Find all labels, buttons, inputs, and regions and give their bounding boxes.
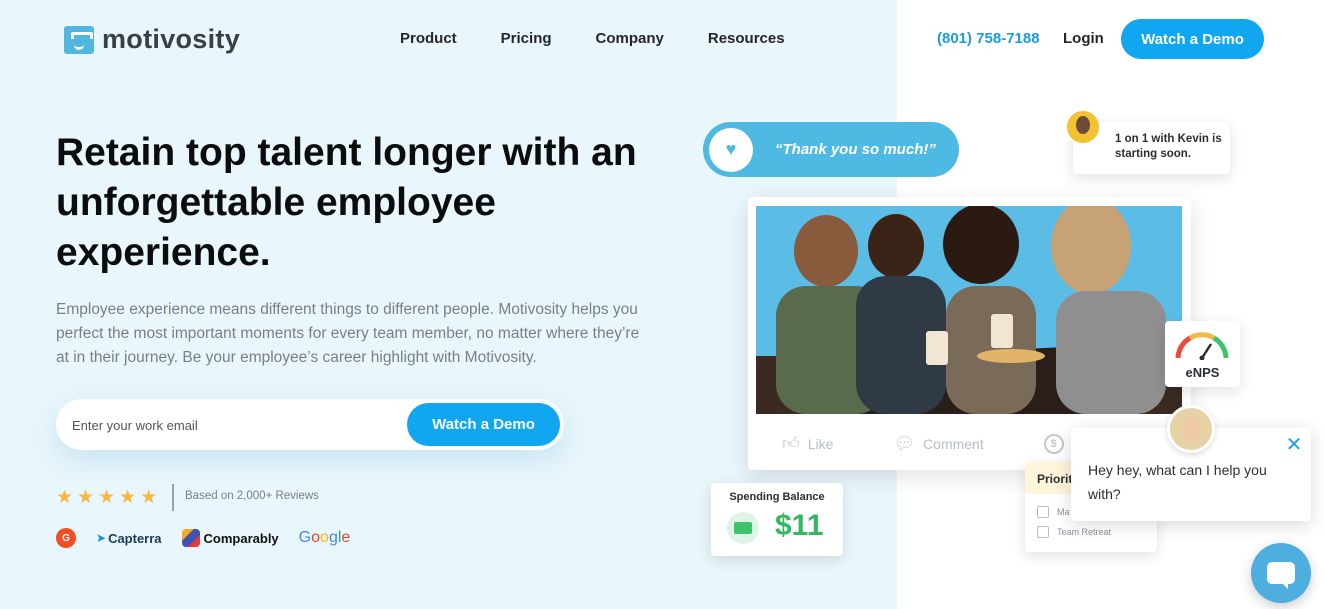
comparably-icon (181, 529, 200, 547)
star-icon: ★ (56, 487, 74, 508)
chat-launcher-button[interactable] (1251, 543, 1311, 603)
dollar-icon[interactable]: $ (1043, 433, 1064, 454)
team-photo (756, 206, 1182, 414)
google-letter: o (320, 529, 329, 546)
logo[interactable]: motivosity (64, 24, 240, 55)
hero-headline: Retain top talent longer with an unforge… (56, 131, 637, 274)
spending-balance-amount: $11 (775, 509, 824, 542)
comparably-logo: Comparably (181, 529, 279, 547)
capterra-arrow-icon: ➤ (96, 531, 107, 545)
google-letter: G (298, 529, 312, 546)
capterra-text: Capterra (108, 530, 162, 546)
priority-item: Team Retreat (1025, 522, 1157, 542)
comment-icon: 💬︎ (893, 433, 916, 453)
chat-agent-avatar (1167, 405, 1215, 453)
thumbs-up-icon: 👍︎ (782, 434, 800, 453)
thank-you-text: “Thank you so much!” (775, 141, 936, 158)
comparably-text: Comparably (203, 530, 279, 546)
logo-text: motivosity (102, 24, 241, 54)
nav-company[interactable]: Company (596, 30, 664, 47)
like-label: Like (807, 435, 834, 452)
priority-item-label: Ma (1057, 507, 1070, 517)
email-input[interactable] (72, 413, 392, 437)
thank-you-pill: ♥ “Thank you so much!” (703, 122, 959, 177)
comment-button[interactable]: 💬︎ Comment (893, 434, 983, 454)
card-icon (727, 512, 759, 544)
kevin-avatar (1065, 109, 1101, 145)
reviews-text: Based on 2,000+ Reviews (185, 490, 319, 502)
checkbox-icon (1037, 526, 1049, 538)
star-icon: ★ (140, 487, 158, 508)
hero-subtext: Employee experience means different thin… (56, 301, 640, 366)
enps-label: eNPS (1185, 365, 1220, 380)
nav-watch-demo-button[interactable]: Watch a Demo (1121, 19, 1264, 59)
nav-product[interactable]: Product (400, 30, 457, 47)
spending-balance-card: Spending Balance $11 (711, 483, 843, 556)
google-letter: e (341, 529, 351, 546)
post-actions: 👍︎ Like 💬︎ Comment $ (782, 433, 1082, 454)
star-icon: ★ (77, 487, 95, 508)
form-watch-demo-button[interactable]: Watch a Demo (407, 403, 560, 446)
google-letter: o (311, 529, 321, 546)
g2-logo: G (56, 528, 76, 548)
close-icon[interactable]: ✕ (1283, 434, 1305, 456)
gauge-icon (1175, 332, 1229, 360)
spending-balance-label: Spending Balance (729, 491, 825, 503)
google-logo: Google (299, 529, 351, 547)
login-link[interactable]: Login (1063, 30, 1104, 47)
logo-icon (64, 25, 94, 54)
priority-item-label: Team Retreat (1057, 527, 1112, 537)
star-icon: ★ (119, 487, 137, 508)
like-button[interactable]: 👍︎ Like (782, 433, 833, 454)
checkbox-icon (1037, 506, 1049, 518)
chat-bubble-icon (1267, 562, 1295, 589)
nav-resources[interactable]: Resources (708, 30, 785, 47)
capterra-logo: ➤ Capterra (96, 531, 162, 546)
phone-link[interactable]: (801) 758-7188 (937, 30, 1040, 47)
enps-card: eNPS (1165, 321, 1240, 387)
team-photo-illustration (756, 206, 1182, 414)
comment-label: Comment (923, 435, 984, 452)
nav-pricing[interactable]: Pricing (501, 30, 552, 47)
rating-divider (172, 484, 174, 511)
heart-hand-icon: ♥ (709, 127, 753, 172)
star-icon: ★ (98, 487, 116, 508)
email-form: Watch a Demo (56, 399, 564, 450)
google-letter: g (328, 529, 338, 546)
rating-stars: ★ ★ ★ ★ ★ (56, 488, 157, 507)
chat-message: Hey hey, what can I help you with? (1088, 462, 1267, 502)
review-badges: G ➤ Capterra Comparably Google (56, 528, 350, 548)
meeting-text: 1 on 1 with Kevin is starting soon. (1115, 133, 1222, 160)
main-nav: Product Pricing Company Resources (400, 30, 785, 47)
